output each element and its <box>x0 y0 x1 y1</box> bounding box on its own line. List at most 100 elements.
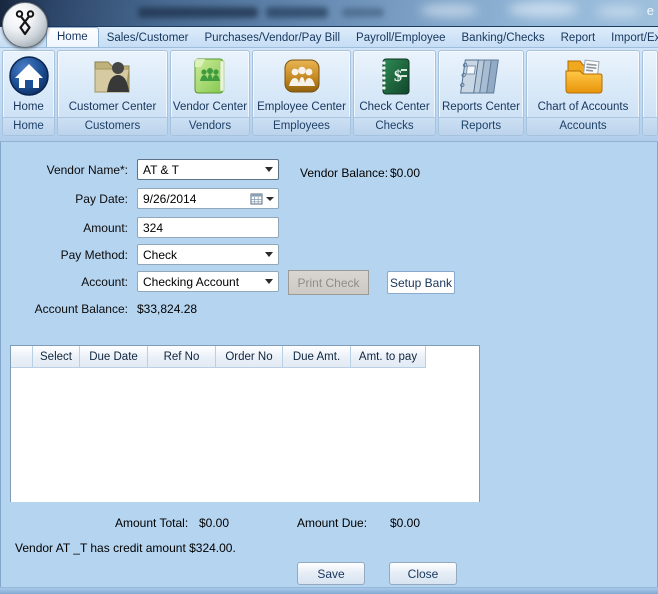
amount-due-value: $0.00 <box>390 516 421 530</box>
reports-center-button[interactable]: Reports Center <box>439 51 523 117</box>
group-caption-vendors: Vendors <box>171 117 249 135</box>
amount-total-label: Amount Total: <box>115 516 189 530</box>
check-center-button[interactable]: $ Check Center <box>354 51 435 117</box>
group-caption-checks: Checks <box>354 117 435 135</box>
bills-table: Select Due Date Ref No Order No Due Amt.… <box>10 345 480 502</box>
customer-center-button[interactable]: Customer Center <box>58 51 167 117</box>
vendor-name-value: AT & T <box>143 162 180 177</box>
table-header-row: Select Due Date Ref No Order No Due Amt.… <box>11 346 479 368</box>
group-caption-home: Home <box>3 117 54 135</box>
pay-date-label: Pay Date: <box>75 192 128 206</box>
tab-payroll-employee[interactable]: Payroll/Employee <box>348 29 453 47</box>
ribbon-tab-bar: Home Sales/Customer Purchases/Vendor/Pay… <box>0 27 658 48</box>
vendor-balance-label: Vendor Balance: <box>300 166 389 180</box>
app-logo-icon <box>10 8 40 43</box>
amount-value: 324 <box>143 220 164 235</box>
vendor-balance-value: $0.00 <box>390 166 421 180</box>
vendor-credit-note: Vendor AT _T has credit amount $324.00. <box>15 541 236 555</box>
group-caption-reports: Reports <box>439 117 523 135</box>
vendor-center-button[interactable]: Vendor Center <box>171 51 249 117</box>
amount-label: Amount: <box>83 221 128 235</box>
checkbook-icon: $ <box>374 52 416 100</box>
setup-bank-button[interactable]: Setup Bank <box>387 271 455 294</box>
vendor-name-combobox[interactable]: AT & T <box>137 159 279 180</box>
amount-input[interactable]: 324 <box>137 217 279 238</box>
chevron-down-icon <box>265 279 273 284</box>
ribbon-group-partial <box>642 50 658 136</box>
blurred-title-text <box>342 8 384 17</box>
tab-home[interactable]: Home <box>46 27 99 47</box>
account-value: Checking Account <box>143 274 240 289</box>
table-body-empty <box>11 368 479 502</box>
group-caption-accounts: Accounts <box>527 117 639 135</box>
ribbon-group-checks: $ Check Center Checks <box>353 50 436 136</box>
titlebar-highlight <box>420 4 478 17</box>
svg-text:$: $ <box>394 68 402 85</box>
ribbon-group-employees: Employee Center Employees <box>252 50 351 136</box>
pay-method-value: Check <box>143 247 178 262</box>
pay-date-picker[interactable]: 9/26/2014 <box>137 188 279 209</box>
row-selector-header <box>11 346 33 368</box>
group-caption-customers: Customers <box>58 117 167 135</box>
amount-total-value: $0.00 <box>199 516 230 530</box>
blurred-title-text <box>138 7 258 18</box>
titlebar: e <box>0 0 658 27</box>
column-header-ref-no[interactable]: Ref No <box>148 346 216 368</box>
save-button[interactable]: Save <box>297 562 365 585</box>
app-window: e Home Sales/Customer Purchases/Vendor/P… <box>0 0 658 594</box>
tab-report[interactable]: Report <box>553 29 604 47</box>
calendar-icon <box>250 192 274 205</box>
titlebar-highlight <box>596 6 642 17</box>
ribbon-group-vendors: Vendor Center Vendors <box>170 50 250 136</box>
vendor-book-icon <box>189 52 231 100</box>
column-header-amt-to-pay[interactable]: Amt. to pay <box>351 346 426 368</box>
vendor-name-label: Vendor Name*: <box>46 163 128 177</box>
column-header-due-amt[interactable]: Due Amt. <box>283 346 351 368</box>
ribbon-group-accounts: Chart of Accounts Accounts <box>526 50 640 136</box>
reports-center-label: Reports Center <box>442 101 520 113</box>
ribbon-group-home: Home Home <box>2 50 55 136</box>
ribbon-group-customers: Customer Center Customers <box>57 50 168 136</box>
window-bottom-frame <box>0 587 658 594</box>
tab-sales-customer[interactable]: Sales/Customer <box>99 29 197 47</box>
tab-import-export[interactable]: Import/Export <box>603 29 658 47</box>
print-check-button[interactable]: Print Check <box>288 270 369 295</box>
report-binders-icon <box>458 52 504 100</box>
account-balance-label: Account Balance: <box>34 302 128 316</box>
pay-method-label: Pay Method: <box>60 248 128 262</box>
employee-center-label: Employee Center <box>257 101 346 113</box>
employee-center-button[interactable]: Employee Center <box>253 51 350 117</box>
titlebar-highlight <box>508 2 578 17</box>
close-button[interactable]: Close <box>389 562 457 585</box>
column-header-due-date[interactable]: Due Date <box>80 346 148 368</box>
home-button-label: Home <box>13 101 44 113</box>
group-caption-employees: Employees <box>253 117 350 135</box>
chevron-down-icon <box>265 167 273 172</box>
home-icon <box>8 52 50 100</box>
account-combobox[interactable]: Checking Account <box>137 271 279 292</box>
chevron-down-icon <box>265 252 273 257</box>
chart-of-accounts-label: Chart of Accounts <box>537 101 629 113</box>
account-balance-value: $33,824.28 <box>137 302 198 316</box>
table-header-filler <box>426 346 479 368</box>
customer-center-label: Customer Center <box>68 101 157 113</box>
account-label: Account: <box>81 275 128 289</box>
ribbon-group-reports: Reports Center Reports <box>438 50 524 136</box>
chevron-down-icon <box>266 196 274 201</box>
accounts-folder-icon <box>560 52 606 100</box>
chart-of-accounts-button[interactable]: Chart of Accounts <box>527 51 639 117</box>
blurred-title-text <box>266 7 328 18</box>
column-header-select[interactable]: Select <box>33 346 80 368</box>
home-button[interactable]: Home <box>3 51 54 117</box>
app-menu-orb-button[interactable] <box>2 2 48 48</box>
tab-purchases-vendor-pay-bill[interactable]: Purchases/Vendor/Pay Bill <box>197 29 349 47</box>
ribbon: Home Home Customer Center Customers Vend… <box>0 48 658 142</box>
employees-icon <box>281 52 323 100</box>
titlebar-text-fragment: e <box>646 3 654 18</box>
check-center-label: Check Center <box>359 101 430 113</box>
pay-method-combobox[interactable]: Check <box>137 244 279 265</box>
pay-date-value: 9/26/2014 <box>143 191 197 206</box>
column-header-order-no[interactable]: Order No <box>216 346 283 368</box>
customer-folder-icon <box>90 52 136 100</box>
tab-banking-checks[interactable]: Banking/Checks <box>454 29 553 47</box>
